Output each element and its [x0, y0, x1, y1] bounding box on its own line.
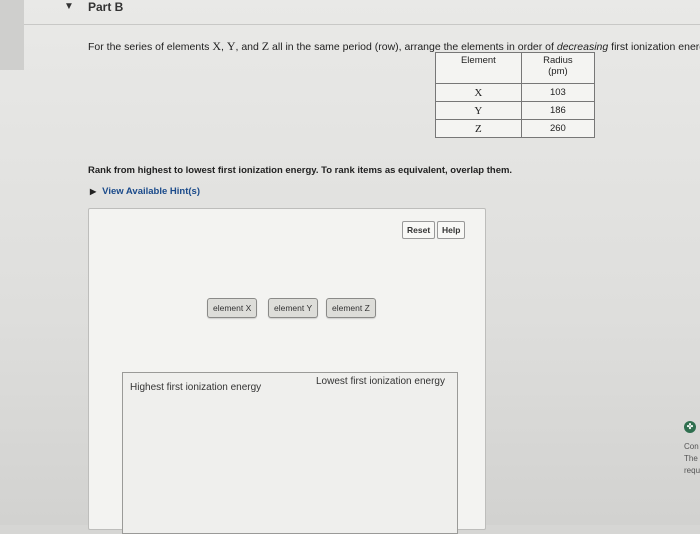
ranking-drop-zone[interactable]: [122, 372, 458, 534]
radius-table: Element Radius (pm) X 103 Y 186 Z 260: [435, 52, 596, 138]
table-cell-element: Z: [435, 119, 522, 138]
table-cell-radius: 186: [520, 101, 596, 120]
table-header-row: Element Radius (pm): [435, 52, 596, 84]
side-text-line: Con: [684, 442, 699, 451]
table-cell-radius: 103: [520, 83, 596, 102]
ranking-instruction: Rank from highest to lowest first ioniza…: [88, 165, 513, 176]
question-text: For the series of elements X, Y, and Z a…: [88, 39, 700, 53]
draggable-item-element-y[interactable]: element Y: [268, 298, 319, 318]
caret-down-icon[interactable]: ▼: [64, 1, 74, 12]
view-hints-link[interactable]: ▶ View Available Hint(s): [90, 186, 200, 197]
ranking-high-label: Highest first ionization energy: [130, 382, 262, 393]
table-cell-radius: 260: [520, 119, 596, 138]
reset-button[interactable]: Reset: [402, 221, 436, 239]
ranking-low-label: Lowest first ionization energy: [316, 376, 445, 387]
column-header-element: Element: [435, 52, 522, 84]
help-button[interactable]: Help: [437, 221, 466, 239]
column-header-radius: Radius (pm): [520, 52, 596, 84]
left-sidebar-strip: [0, 0, 24, 70]
side-text-line: requ: [684, 466, 700, 475]
table-row: Y 186: [435, 101, 596, 120]
triangle-right-icon: ▶: [90, 187, 97, 196]
globe-icon[interactable]: ✤: [684, 421, 696, 433]
draggable-item-element-x[interactable]: element X: [207, 298, 258, 318]
table-cell-element: Y: [435, 101, 522, 120]
hint-label: View Available Hint(s): [102, 186, 200, 197]
table-row: Z 260: [435, 119, 596, 138]
part-title: Part B: [88, 0, 124, 14]
table-row: X 103: [435, 83, 596, 102]
side-text-line: The: [684, 454, 698, 463]
header-divider: [24, 24, 700, 25]
draggable-item-element-z[interactable]: element Z: [326, 298, 376, 318]
table-cell-element: X: [435, 83, 522, 102]
